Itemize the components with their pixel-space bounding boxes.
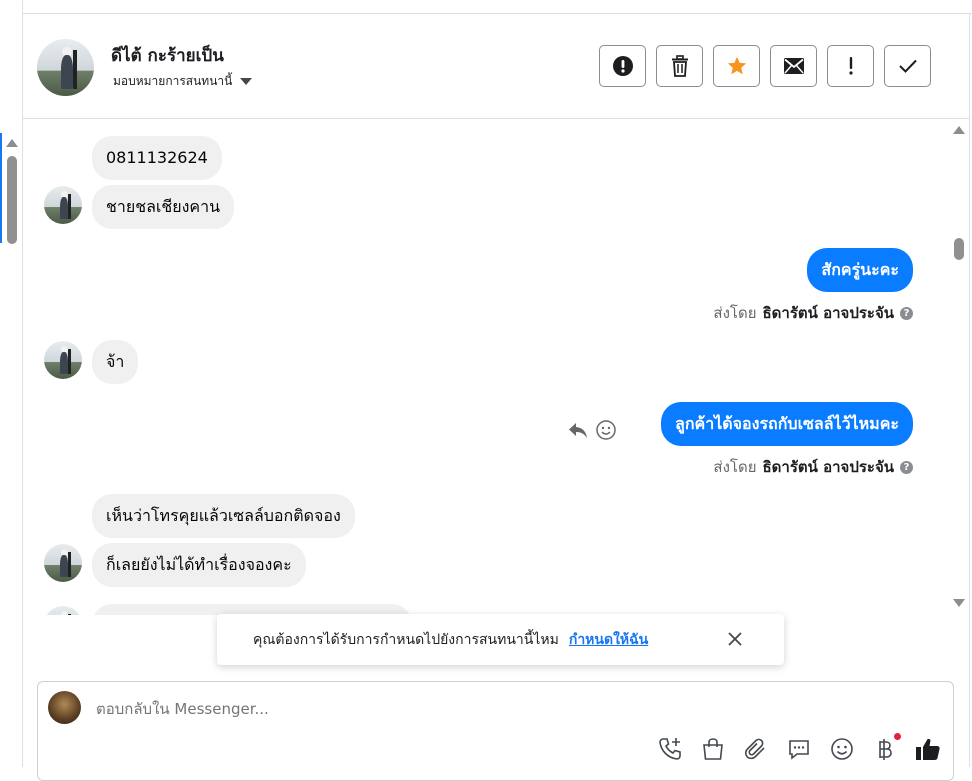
list-scrollbar-thumb[interactable] (7, 156, 17, 244)
thread-scroll-down-arrow[interactable] (953, 599, 965, 607)
trash-icon (671, 55, 688, 77)
conversation-thread: 0811132624 ชายชลเชียงคาน สักครู่นะคะ ส่ง… (23, 120, 969, 615)
sent-by-label: ส่งโดย ธิดารัตน์ อาจประจัน ? (713, 301, 913, 325)
mark-unread-button[interactable] (770, 45, 817, 87)
spam-button[interactable] (599, 45, 646, 87)
contact-name[interactable]: ดีไต้ กะร้ายเป็น (111, 42, 224, 69)
follow-up-button[interactable] (827, 45, 874, 87)
contact-avatar[interactable] (37, 39, 94, 96)
saved-reply-icon[interactable] (786, 736, 812, 762)
sender-name: ธิดารัตน์ อาจประจัน (762, 304, 895, 322)
composer-toolbar (657, 733, 941, 762)
reply-composer (37, 681, 954, 781)
star-icon (727, 56, 746, 75)
done-button[interactable] (884, 45, 931, 87)
emoji-icon[interactable] (829, 736, 855, 762)
close-icon[interactable] (726, 630, 744, 648)
thumbs-up-icon[interactable] (915, 736, 941, 762)
emoji-reaction-icon[interactable] (595, 419, 617, 441)
sent-by-label: ส่งโดย ธิดารัตน์ อาจประจัน ? (713, 455, 913, 479)
baht-payment-icon[interactable] (872, 733, 901, 762)
star-button[interactable] (713, 45, 760, 87)
checkmark-icon (898, 59, 917, 73)
reply-input[interactable] (96, 700, 696, 718)
caret-down-icon (240, 78, 253, 85)
envelope-icon (783, 58, 804, 74)
assign-label: มอบหมายการสนทนานี้ (113, 74, 233, 88)
left-rail (0, 0, 23, 767)
sender-avatar[interactable] (44, 186, 82, 224)
thread-scroll-up-arrow[interactable] (953, 126, 965, 134)
reply-icon[interactable] (567, 420, 589, 440)
incoming-message[interactable]: 0811132624 (92, 136, 222, 180)
sent-by-prefix: ส่งโดย (713, 304, 757, 322)
incoming-message[interactable]: จ้า (92, 340, 139, 384)
sender-avatar[interactable] (44, 606, 82, 615)
sent-by-prefix: ส่งโดย (713, 458, 757, 476)
incoming-message[interactable]: ก็เลยยังไม่ได้ทำเรื่องจองคะ (92, 543, 306, 587)
outgoing-message[interactable]: ลูกค้าได้จองรถกับเซลล์ไว้ไหมคะ (661, 402, 913, 446)
right-divider (969, 13, 970, 767)
question-icon[interactable]: ? (900, 460, 913, 474)
sender-avatar[interactable] (44, 341, 82, 379)
list-scroll-up-arrow[interactable] (6, 139, 18, 147)
paperclip-icon[interactable] (743, 736, 769, 762)
question-icon[interactable]: ? (900, 306, 913, 320)
phone-add-icon[interactable] (657, 736, 683, 762)
exclamation-circle-icon (612, 56, 633, 76)
page-avatar (48, 691, 81, 724)
exclamation-icon (848, 57, 853, 75)
message-tools (567, 419, 617, 441)
assign-prompt-toast: คุณต้องการได้รับการกำหนดไปยังการสนทนานี้… (217, 614, 784, 665)
sender-name: ธิดารัตน์ อาจประจัน (762, 458, 895, 476)
shopping-bag-icon[interactable] (700, 736, 726, 762)
outgoing-message[interactable]: สักครู่นะคะ (807, 248, 913, 292)
assign-prompt-text: คุณต้องการได้รับการกำหนดไปยังการสนทนานี้… (253, 631, 559, 648)
assign-to-me-link[interactable]: กำหนดให้ฉัน (569, 629, 648, 651)
notification-dot (894, 733, 901, 740)
conversation-header: ดีไต้ กะร้ายเป็น มอบหมายการสนทนานี้ (23, 14, 969, 119)
assign-conversation-dropdown[interactable]: มอบหมายการสนทนานี้ (113, 72, 253, 91)
incoming-message[interactable]: ชายชลเชียงคาน (92, 185, 235, 229)
delete-button[interactable] (656, 45, 703, 87)
selection-accent (0, 133, 2, 243)
incoming-message[interactable]: เห็นว่าโทรคุยแล้วเซลล์บอกติดจอง (92, 494, 355, 538)
thread-scrollbar-thumb[interactable] (954, 238, 964, 260)
sender-avatar[interactable] (44, 544, 82, 582)
